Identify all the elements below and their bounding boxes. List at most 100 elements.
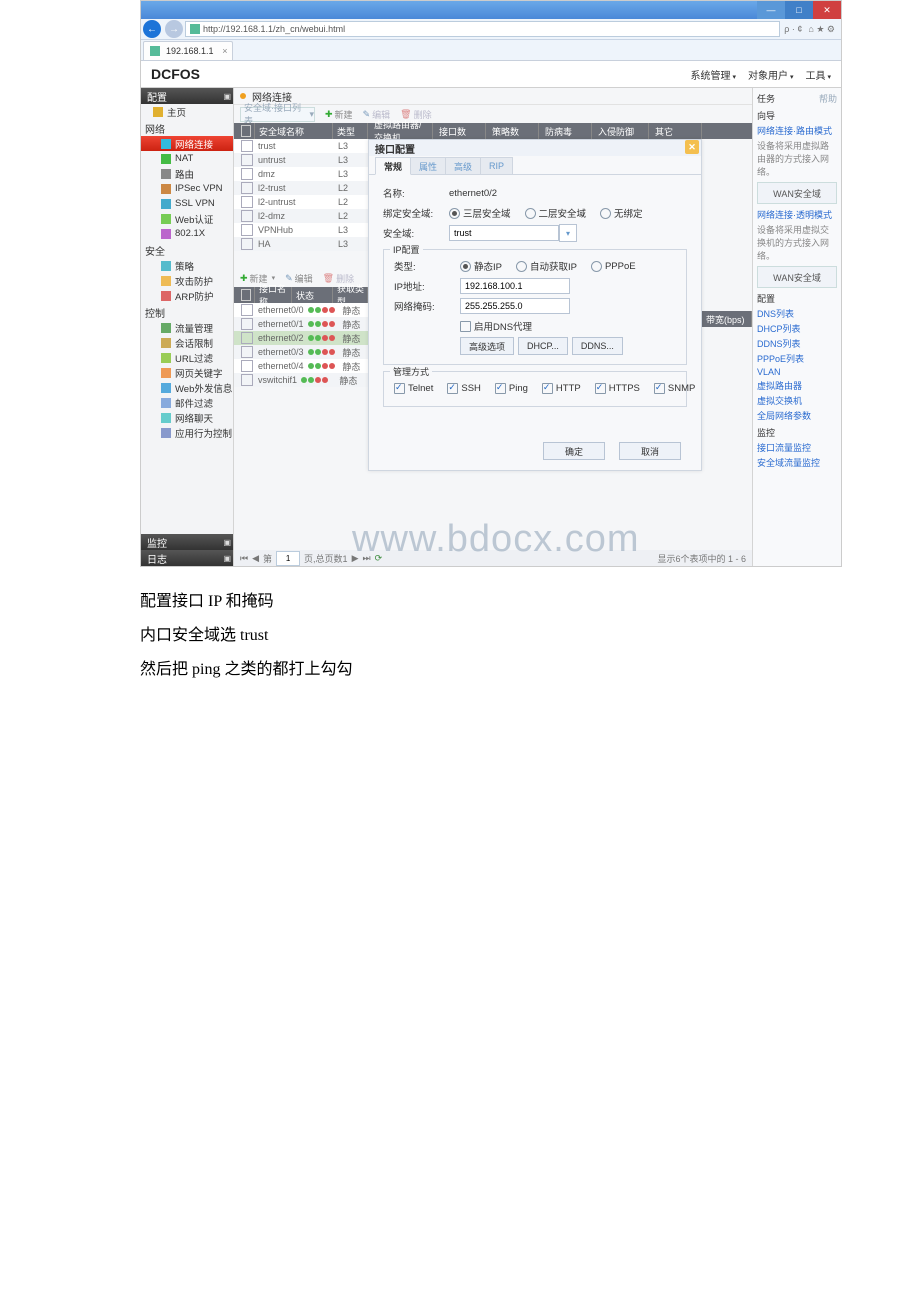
row-checkbox[interactable] <box>241 374 253 386</box>
task-link[interactable]: DNS列表 <box>757 307 837 320</box>
checkbox-snmp[interactable]: SNMP <box>654 383 695 394</box>
url-field[interactable]: http://192.168.1.1/zh_cn/webui.html <box>185 21 780 37</box>
sidebar-item-app[interactable]: 应用行为控制 <box>141 425 233 440</box>
monitor-link[interactable]: 接口流量监控 <box>757 441 837 454</box>
radio-dhcp-ip[interactable]: 自动获取IP <box>516 259 577 273</box>
sidebar-item-route[interactable]: 路由 <box>141 166 233 181</box>
dhcp-button[interactable]: DHCP... <box>518 337 568 355</box>
row-checkbox[interactable] <box>241 238 253 250</box>
window-minimize-icon[interactable]: — <box>757 1 785 19</box>
row-checkbox[interactable] <box>241 224 253 236</box>
scope-dropdown[interactable]: 安全域·接口列表▾ <box>240 107 315 122</box>
pager-refresh-icon[interactable]: ⟳ <box>375 553 383 564</box>
row-checkbox[interactable] <box>241 318 253 330</box>
sidebar-item-webout[interactable]: Web外发信息 <box>141 380 233 395</box>
pager-next-icon[interactable]: ▶ <box>352 553 359 564</box>
task-help-link[interactable]: 帮助 <box>819 92 837 105</box>
zone-row[interactable]: trustL3 <box>234 139 368 153</box>
task-link[interactable]: DDNS列表 <box>757 337 837 350</box>
sidebar-item-flow[interactable]: 流量管理 <box>141 320 233 335</box>
sidebar-item-nat[interactable]: NAT <box>141 151 233 166</box>
checkbox-http[interactable]: HTTP <box>542 383 581 394</box>
row-checkbox[interactable] <box>241 168 253 180</box>
pager-last-icon[interactable]: ⏭ <box>362 553 370 564</box>
task-link[interactable]: 全局网络参数 <box>757 409 837 422</box>
radio-static-ip[interactable]: 静态IP <box>460 259 502 273</box>
tab-properties[interactable]: 属性 <box>410 157 446 174</box>
row-checkbox[interactable] <box>241 360 253 372</box>
sidebar-header-log[interactable]: 日志▣ <box>141 550 233 566</box>
ip-address-input[interactable] <box>460 278 570 294</box>
sidebar-item-attack[interactable]: 攻击防护 <box>141 273 233 288</box>
sidebar-item-mail[interactable]: 邮件过滤 <box>141 395 233 410</box>
select-all-checkbox[interactable] <box>241 125 251 137</box>
if-select-all-checkbox[interactable] <box>241 289 251 301</box>
interface-row[interactable]: ethernet0/1静态 <box>234 317 368 331</box>
checkbox-dns-proxy[interactable]: 启用DNS代理 <box>460 319 532 333</box>
row-checkbox[interactable] <box>241 304 253 316</box>
checkbox-https[interactable]: HTTPS <box>595 383 640 394</box>
row-checkbox[interactable] <box>241 210 253 222</box>
sidebar-item-8021x[interactable]: 802.1X <box>141 226 233 241</box>
radio-nozone[interactable]: 无绑定 <box>600 206 643 220</box>
row-checkbox[interactable] <box>241 332 253 344</box>
sidebar-item-keyword[interactable]: 网页关键字 <box>141 365 233 380</box>
interface-row[interactable]: ethernet0/2静态 <box>234 331 368 345</box>
zone-row[interactable]: l2-untrustL2 <box>234 195 368 209</box>
task-link[interactable]: DHCP列表 <box>757 322 837 335</box>
zone-row[interactable]: VPNHubL3 <box>234 223 368 237</box>
zone-row[interactable]: l2-dmzL2 <box>234 209 368 223</box>
zone-row[interactable]: l2-trustL2 <box>234 181 368 195</box>
interface-row[interactable]: ethernet0/3静态 <box>234 345 368 359</box>
row-checkbox[interactable] <box>241 196 253 208</box>
sidebar-item-session[interactable]: 会话限制 <box>141 335 233 350</box>
ddns-button[interactable]: DDNS... <box>572 337 623 355</box>
window-maximize-icon[interactable]: □ <box>785 1 813 19</box>
sidebar-item-sslvpn[interactable]: SSL VPN <box>141 196 233 211</box>
sidebar-item-network-connection[interactable]: 网络连接 <box>141 136 233 151</box>
radio-l3zone[interactable]: 三层安全域 <box>449 206 511 220</box>
cancel-button[interactable]: 取消 <box>619 442 681 460</box>
pager-first-icon[interactable]: ⏮ <box>240 553 248 564</box>
page-input[interactable] <box>276 551 300 566</box>
zone-row[interactable]: HAL3 <box>234 237 368 251</box>
monitor-link[interactable]: 安全域流量监控 <box>757 456 837 469</box>
checkbox-ssh[interactable]: SSH <box>447 383 481 394</box>
menu-system[interactable]: 系统管理▾ <box>690 67 736 82</box>
browser-tools-icon[interactable]: ⌂ ★ ⚙ <box>808 24 835 35</box>
netmask-input[interactable] <box>460 298 570 314</box>
nav-back-icon[interactable]: ← <box>143 20 161 38</box>
task-link[interactable]: 虚拟交换机 <box>757 394 837 407</box>
dialog-close-icon[interactable]: ✕ <box>685 140 699 154</box>
radio-pppoe[interactable]: PPPoE <box>591 261 636 272</box>
menu-tools[interactable]: 工具▾ <box>805 67 831 82</box>
interface-row[interactable]: ethernet0/4静态 <box>234 359 368 373</box>
checkbox-ping[interactable]: Ping <box>495 383 528 394</box>
task-link[interactable]: VLAN <box>757 367 837 377</box>
window-close-icon[interactable]: ✕ <box>813 1 841 19</box>
nav-forward-icon[interactable]: → <box>165 20 183 38</box>
interface-row[interactable]: vswitchif1静态 <box>234 373 368 387</box>
advanced-options-button[interactable]: 高级选项 <box>460 337 514 355</box>
row-checkbox[interactable] <box>241 182 253 194</box>
sidebar-header-config[interactable]: 配置▣ <box>141 88 233 104</box>
zone-select[interactable] <box>449 225 559 241</box>
sidebar-item-webauth[interactable]: Web认证 <box>141 211 233 226</box>
sidebar-item-arp[interactable]: ARP防护 <box>141 288 233 303</box>
task-link[interactable]: PPPoE列表 <box>757 352 837 365</box>
zone-row[interactable]: untrustL3 <box>234 153 368 167</box>
wan-zone-button-1[interactable]: WAN安全域 <box>757 182 837 204</box>
browser-tab[interactable]: 192.168.1.1 × <box>143 41 233 60</box>
tab-general[interactable]: 常规 <box>375 157 411 175</box>
radio-l2zone[interactable]: 二层安全域 <box>525 206 587 220</box>
task-link[interactable]: 虚拟路由器 <box>757 379 837 392</box>
checkbox-telnet[interactable]: Telnet <box>394 383 433 394</box>
sidebar-header-monitor[interactable]: 监控▣ <box>141 534 233 550</box>
wan-zone-button-2[interactable]: WAN安全域 <box>757 266 837 288</box>
tab-advanced[interactable]: 高级 <box>445 157 481 174</box>
menu-user[interactable]: 对象用户▾ <box>748 67 794 82</box>
pager-prev-icon[interactable]: ◀ <box>252 553 259 564</box>
row-checkbox[interactable] <box>241 346 253 358</box>
tab-close-icon[interactable]: × <box>222 46 227 56</box>
tab-rip[interactable]: RIP <box>480 157 513 174</box>
